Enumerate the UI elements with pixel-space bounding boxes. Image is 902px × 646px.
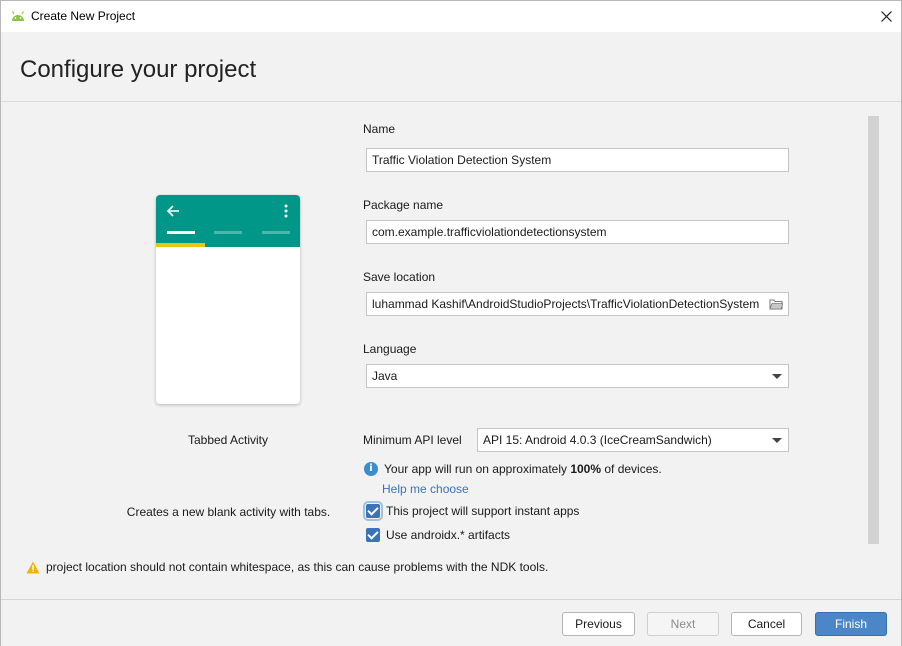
cancel-button-label: Cancel <box>747 617 786 631</box>
page-title: Configure your project <box>20 56 257 83</box>
next-button-label: Next <box>670 617 696 631</box>
name-value: Traffic Violation Detection System <box>372 153 552 167</box>
window-title: Create New Project <box>31 9 136 23</box>
preview-app-bar <box>156 195 300 247</box>
min-api-select[interactable]: API 15: Android 4.0.3 (IceCreamSandwich) <box>477 428 789 452</box>
min-api-label: Minimum API level <box>363 433 462 447</box>
device-coverage-info: i Your app will run on approximately 100… <box>364 461 662 477</box>
dialog-footer: Previous Next Cancel Finish <box>1 599 901 646</box>
location-label-text: Save location <box>363 270 436 284</box>
checkbox-checked[interactable] <box>366 528 380 542</box>
checkbox-checked[interactable] <box>363 501 383 521</box>
language-select[interactable]: Java <box>366 364 789 388</box>
content-area: Tabbed Activity Creates a new blank acti… <box>1 102 901 599</box>
help-me-choose-link[interactable]: Help me choose <box>382 482 469 496</box>
name-label: Name <box>363 122 395 136</box>
androidx-checkbox[interactable]: Use androidx.* artifacts <box>366 527 510 543</box>
preview-tab-indicator <box>156 243 205 247</box>
location-input[interactable]: luhammad Kashif\AndroidStudioProjects\Tr… <box>366 292 789 316</box>
instant-apps-label: This project will support instant apps <box>386 504 580 518</box>
back-arrow-icon <box>166 205 179 217</box>
overflow-menu-icon <box>284 204 288 218</box>
info-suffix: of devices. <box>601 462 662 476</box>
instant-apps-checkbox[interactable]: This project will support instant apps <box>363 501 580 521</box>
package-label: Package name <box>363 198 443 212</box>
preview-tab-2 <box>214 231 242 234</box>
chevron-down-icon <box>772 374 782 379</box>
info-prefix: Your app will run on approximately <box>384 462 571 476</box>
location-value: luhammad Kashif\AndroidStudioProjects\Tr… <box>372 297 760 311</box>
info-percent: 100% <box>570 462 602 476</box>
package-label-text: Package name <box>363 198 444 212</box>
chevron-down-icon <box>772 438 782 443</box>
next-button[interactable]: Next <box>647 612 719 636</box>
name-label-text: Name <box>363 122 396 136</box>
previous-button[interactable]: Previous <box>562 612 635 636</box>
warning-message: project location should not contain whit… <box>26 560 548 574</box>
package-value: com.example.trafficviolationdetectionsys… <box>372 225 607 239</box>
info-icon: i <box>364 462 378 476</box>
min-api-label-text: Minimum API level <box>363 433 462 447</box>
warning-icon <box>26 561 40 573</box>
min-api-value: API 15: Android 4.0.3 (IceCreamSandwich) <box>483 433 712 447</box>
scrollbar-thumb[interactable] <box>868 116 879 544</box>
finish-button[interactable]: Finish <box>815 612 887 636</box>
vertical-scrollbar[interactable] <box>868 116 879 544</box>
previous-button-label: Previous <box>575 617 622 631</box>
preview-tab-3 <box>262 231 290 234</box>
location-label: Save location <box>363 270 435 284</box>
cancel-button[interactable]: Cancel <box>731 612 802 636</box>
template-description: Creates a new blank activity with tabs. <box>126 505 331 519</box>
warning-text: project location should not contain whit… <box>46 560 549 574</box>
header: Configure your project <box>1 32 901 102</box>
preview-tab-1 <box>167 231 195 234</box>
language-label: Language <box>363 342 416 356</box>
androidx-label: Use androidx.* artifacts <box>386 528 511 542</box>
name-input[interactable]: Traffic Violation Detection System <box>366 148 789 172</box>
folder-icon[interactable] <box>769 298 783 310</box>
language-label-text: Language <box>363 342 417 356</box>
android-icon <box>11 11 25 21</box>
close-button[interactable] <box>871 1 901 32</box>
package-input[interactable]: com.example.trafficviolationdetectionsys… <box>366 220 789 244</box>
template-name: Tabbed Activity <box>187 433 269 447</box>
finish-button-label: Finish <box>834 617 867 631</box>
title-bar: Create New Project <box>1 1 901 32</box>
create-project-dialog: Create New Project Configure your projec… <box>0 0 902 646</box>
language-value: Java <box>372 369 398 383</box>
close-icon <box>880 11 892 22</box>
activity-preview <box>156 195 300 404</box>
